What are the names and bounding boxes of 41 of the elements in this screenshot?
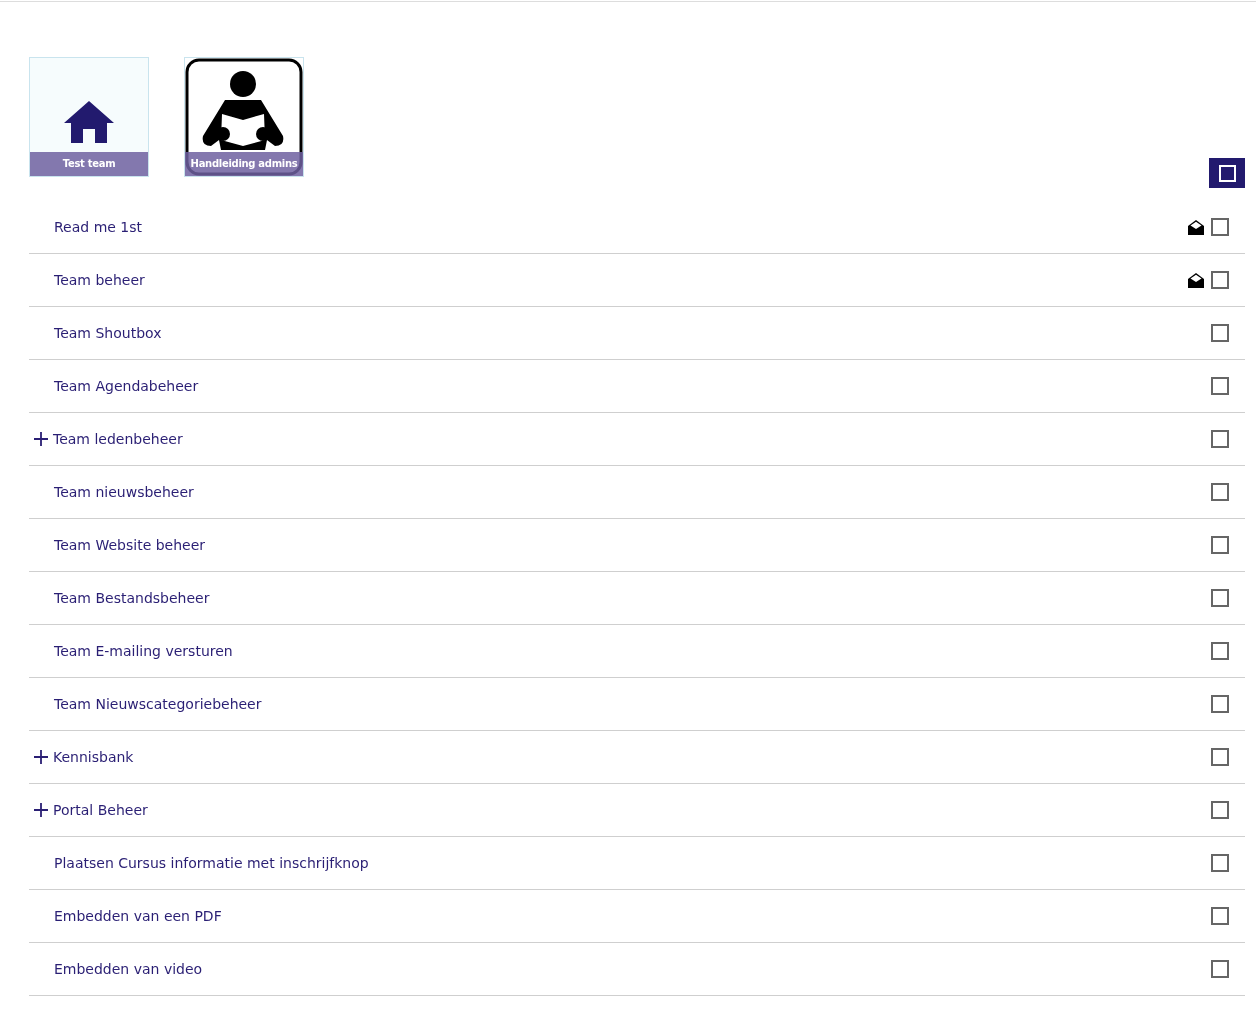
checkbox[interactable]	[1211, 589, 1229, 607]
item-link[interactable]: Portal Beheer	[53, 802, 148, 818]
plus-icon[interactable]	[34, 432, 48, 446]
checkbox[interactable]	[1211, 642, 1229, 660]
item-link[interactable]: Plaatsen Cursus informatie met inschrijfknop	[34, 855, 369, 871]
plus-icon[interactable]	[34, 803, 48, 817]
envelope-icon[interactable]	[1188, 272, 1204, 288]
checkbox[interactable]	[1211, 801, 1229, 819]
tile-label: Test team	[30, 152, 148, 176]
checkbox[interactable]	[1211, 695, 1229, 713]
checkbox[interactable]	[1211, 536, 1229, 554]
app-tile[interactable]: Handleiding admins	[184, 57, 304, 177]
envelope-icon[interactable]	[1188, 219, 1204, 235]
item-link[interactable]: Team E-mailing versturen	[34, 643, 233, 659]
item-link[interactable]: Embedden van een PDF	[34, 908, 222, 924]
checkbox[interactable]	[1211, 430, 1229, 448]
app-tile[interactable]: Test team	[29, 57, 149, 177]
item-link[interactable]: Read me 1st	[34, 219, 143, 235]
checkbox[interactable]	[1211, 907, 1229, 925]
item-link[interactable]: Embedden van video	[34, 961, 203, 977]
checkbox[interactable]	[1211, 960, 1229, 978]
item-link[interactable]: Team Shoutbox	[34, 325, 162, 341]
checkbox[interactable]	[1211, 324, 1229, 342]
house-icon	[64, 101, 114, 143]
item-link[interactable]: Team beheer	[34, 272, 145, 288]
plus-icon[interactable]	[34, 750, 48, 764]
item-link[interactable]: Kennisbank	[53, 749, 134, 765]
item-link[interactable]: Team Nieuwscategoriebeheer	[34, 696, 262, 712]
tile-label: Handleiding admins	[185, 152, 303, 176]
select-all-button[interactable]	[1209, 158, 1245, 188]
item-link[interactable]: Team Agendabeheer	[34, 378, 199, 394]
checkbox[interactable]	[1211, 218, 1229, 236]
checkbox[interactable]	[1211, 271, 1229, 289]
checkbox[interactable]	[1211, 483, 1229, 501]
item-link[interactable]: Team nieuwsbeheer	[34, 484, 194, 500]
checkbox[interactable]	[1211, 377, 1229, 395]
item-link[interactable]: Team ledenbeheer	[53, 431, 183, 447]
checkbox[interactable]	[1211, 748, 1229, 766]
checkbox[interactable]	[1211, 854, 1229, 872]
item-link[interactable]: Team Website beheer	[34, 537, 206, 553]
item-link[interactable]: Team Bestandsbeheer	[34, 590, 210, 606]
